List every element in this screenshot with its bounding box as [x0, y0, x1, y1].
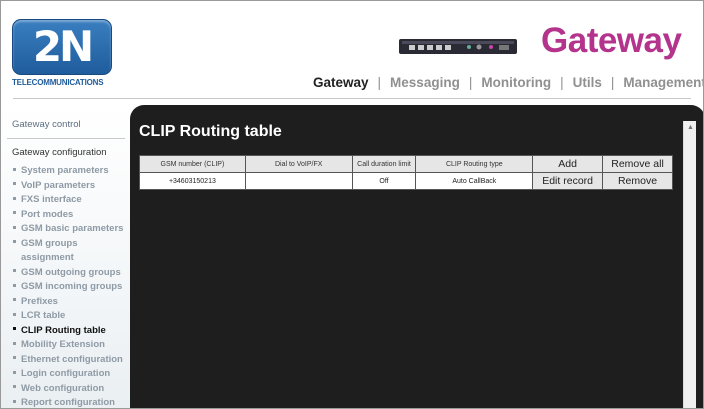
nav-separator: | — [560, 75, 564, 90]
sidebar-item-label: LCR table — [21, 310, 66, 321]
nav-utils[interactable]: Utils — [573, 75, 602, 90]
sidebar-item-mobility-extension[interactable]: Mobility Extension — [1, 338, 131, 353]
remove-button[interactable]: Remove — [602, 172, 673, 190]
sidebar-item-clip-routing-table[interactable]: CLIP Routing table — [1, 324, 131, 339]
top-navigation: Gateway | Messaging | Monitoring | Utils | Manag… — [313, 75, 703, 90]
main-panel: CLIP Routing table ▲ GSM number (CLIP) D… — [130, 105, 703, 408]
sidebar-item-voip-parameters[interactable]: VoIP parameters — [1, 179, 131, 194]
clip-routing-table: GSM number (CLIP) Dial to VoIP/FX Call d… — [139, 155, 673, 190]
nav-separator: | — [610, 75, 615, 90]
nav-management[interactable]: Management — [623, 75, 703, 90]
sidebar-item-label: Prefixes — [21, 295, 58, 307]
product-title: Gateway — [541, 21, 682, 60]
sidebar-item-lcr-table[interactable]: LCR table — [1, 309, 131, 324]
app-frame: 2N TELECOMMUNICATIONS Gateway Gateway | Me… — [0, 0, 704, 409]
column-header-gsm-number: GSM number (CLIP) — [139, 155, 246, 173]
bullet-icon — [13, 269, 16, 273]
sidebar-item-label: System parameters — [21, 165, 109, 176]
sidebar-item-label: GSM basic parameters — [21, 223, 124, 234]
sidebar-item-label: Report configuration — [21, 397, 115, 408]
bullet-icon — [13, 327, 16, 331]
sidebar-gateway-configuration[interactable]: Gateway configuration — [1, 147, 131, 158]
sidebar-item-prefixes[interactable]: Prefixes — [1, 295, 131, 310]
sidebar-item-gsm-incoming-groups[interactable]: GSM incoming groups — [1, 280, 131, 295]
sidebar-item-gsm-basic-parameters[interactable]: GSM basic parameters — [1, 222, 131, 237]
add-button[interactable]: Add — [532, 155, 604, 173]
sidebar: Gateway control Gateway configuration Sy… — [1, 105, 131, 408]
nav-monitoring[interactable]: Monitoring — [481, 75, 551, 90]
header-divider — [13, 98, 691, 99]
nav-gateway[interactable]: Gateway — [313, 75, 369, 90]
sidebar-item-label: FXS interface — [21, 194, 82, 205]
nav-separator: | — [468, 75, 473, 90]
sidebar-item-label: VoIP parameters — [21, 179, 96, 191]
sidebar-divider — [7, 138, 125, 139]
bullet-icon — [13, 385, 16, 389]
sidebar-item-label: Ethernet configuration — [21, 353, 123, 365]
2n-logo[interactable]: 2N TELECOMMUNICATIONS — [12, 19, 112, 87]
table-header-row: GSM number (CLIP) Dial to VoIP/FX Call d… — [139, 155, 673, 173]
sidebar-item-login-configuration[interactable]: Login configuration — [1, 367, 131, 382]
column-header-dial-to: Dial to VoIP/FX — [244, 155, 353, 173]
remove-all-button[interactable]: Remove all — [602, 155, 673, 173]
bullet-icon — [13, 167, 16, 171]
sidebar-item-fxs-interface[interactable]: FXS interface — [1, 193, 131, 208]
sidebar-item-label: Web configuration — [21, 382, 105, 394]
bullet-icon — [13, 283, 16, 287]
column-header-duration-limit: Call duration limit — [351, 155, 417, 173]
bullet-icon — [13, 298, 16, 302]
nav-separator: | — [377, 75, 382, 90]
sidebar-item-label: Port modes — [21, 208, 74, 220]
sidebar-item-label: GSM incoming groups — [21, 281, 123, 292]
sidebar-item-system-parameters[interactable]: System parameters — [1, 164, 131, 179]
sidebar-item-label: Login configuration — [21, 368, 111, 379]
bullet-icon — [13, 211, 16, 215]
sidebar-gateway-control[interactable]: Gateway control — [1, 119, 131, 130]
sidebar-item-label: GSM groups assignment — [21, 237, 78, 264]
cell-routing-type: Auto CallBack — [415, 172, 534, 190]
sidebar-item-label: CLIP Routing table — [21, 324, 106, 336]
logo-mark: 2N — [12, 19, 112, 75]
cell-dial-to — [244, 172, 353, 190]
bullet-icon — [13, 240, 16, 244]
bullet-icon — [13, 399, 16, 403]
bullet-icon — [13, 196, 16, 200]
column-header-routing-type: CLIP Routing type — [415, 155, 534, 173]
logo-subtitle: TELECOMMUNICATIONS — [12, 78, 104, 87]
sidebar-item-report-configuration[interactable]: Report configuration — [1, 396, 131, 408]
bullet-icon — [13, 182, 16, 186]
logo-text: 2N — [32, 22, 94, 71]
sidebar-item-label: Mobility Extension — [21, 339, 105, 350]
sidebar-item-gsm-outgoing-groups[interactable]: GSM outgoing groups — [1, 266, 131, 281]
bullet-icon — [13, 225, 16, 229]
scrollbar[interactable]: ▲ — [683, 121, 697, 408]
sidebar-item-port-modes[interactable]: Port modes — [1, 208, 131, 223]
sidebar-item-gsm-groups-assignment[interactable]: GSM groups assignment — [1, 237, 131, 266]
sidebar-item-ethernet-configuration[interactable]: Ethernet configuration — [1, 353, 131, 368]
scroll-up-arrow-icon[interactable]: ▲ — [684, 121, 697, 134]
bullet-icon — [13, 341, 16, 345]
cell-gsm-number: +34603150213 — [139, 172, 246, 190]
sidebar-item-label: GSM outgoing groups — [21, 266, 121, 278]
sidebar-item-web-configuration[interactable]: Web configuration — [1, 382, 131, 397]
edit-record-button[interactable]: Edit record — [532, 172, 604, 190]
cell-duration-limit: Off — [351, 172, 417, 190]
sidebar-menu: System parameters VoIP parameters FXS inte… — [1, 164, 131, 408]
bullet-icon — [13, 370, 16, 374]
bullet-icon — [13, 356, 16, 360]
gateway-device-image — [399, 39, 517, 54]
page-title: CLIP Routing table — [139, 123, 282, 140]
bullet-icon — [13, 312, 16, 316]
nav-messaging[interactable]: Messaging — [390, 75, 460, 90]
table-row: +34603150213 Off Auto CallBack Edit reco… — [139, 172, 673, 190]
